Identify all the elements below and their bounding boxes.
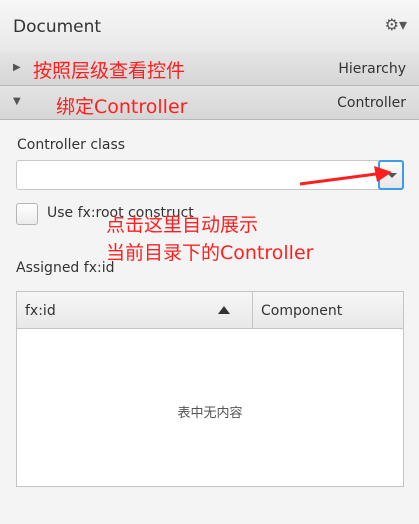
section-label-controller: Controller — [337, 95, 406, 111]
assigned-fxid-table[interactable]: fx:id Component 表中无内容 — [16, 291, 404, 487]
controller-class-input[interactable] — [21, 164, 375, 188]
annotation-controller: 绑定Controller — [56, 96, 188, 118]
column-header-component[interactable]: Component — [253, 292, 403, 328]
section-controller[interactable]: ▼ 绑定Controller Controller — [0, 86, 419, 120]
column-label-component: Component — [261, 303, 343, 319]
column-header-fxid[interactable]: fx:id — [17, 292, 253, 328]
panel-header: Document ⚙▾ — [0, 0, 419, 53]
annotation-hierarchy: 按照层级查看控件 — [33, 60, 186, 82]
annotation-dropdown-line2: 当前目录下的Controller — [106, 242, 314, 264]
collapse-arrow-icon[interactable]: ▼ — [13, 96, 21, 107]
expand-arrow-icon[interactable]: ▶ — [13, 62, 21, 73]
section-hierarchy[interactable]: ▶ 按照层级查看控件 Hierarchy — [0, 52, 419, 86]
section-label-hierarchy: Hierarchy — [338, 61, 406, 77]
use-fx-root-checkbox[interactable] — [16, 203, 38, 225]
assigned-fxid-label: Assigned fx:id — [16, 260, 115, 276]
controller-class-combobox[interactable] — [16, 160, 404, 190]
annotation-dropdown-line1: 点击这里自动展示 — [106, 214, 259, 236]
table-header: fx:id Component — [17, 292, 403, 329]
chevron-down-icon — [387, 173, 397, 178]
panel-title: Document — [13, 17, 102, 37]
gear-icon[interactable]: ⚙▾ — [385, 15, 407, 34]
table-empty-placeholder: 表中无内容 — [177, 406, 243, 421]
controller-class-label: Controller class — [17, 137, 126, 153]
controller-class-dropdown-button[interactable] — [378, 160, 404, 190]
column-label-fxid: fx:id — [25, 303, 56, 319]
sort-ascending-icon — [218, 306, 230, 314]
